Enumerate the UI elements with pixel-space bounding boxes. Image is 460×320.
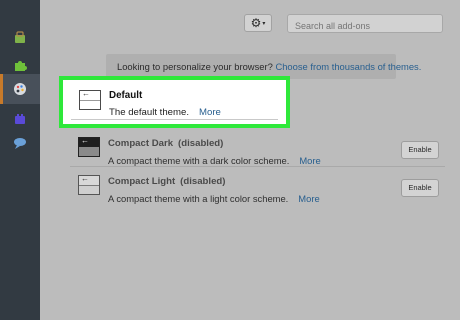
theme-status: (disabled)	[180, 176, 226, 187]
back-arrow-icon: ←	[82, 89, 90, 98]
tools-menu-button[interactable]: ⚙ ▾	[244, 14, 272, 32]
category-sidebar	[0, 0, 40, 320]
back-arrow-icon: ←	[81, 136, 89, 145]
theme-name: Compact Light (disabled)	[108, 176, 225, 187]
sidebar-item-themes[interactable]	[0, 74, 40, 104]
theme-description: A compact theme with a dark color scheme…	[108, 155, 321, 166]
more-link[interactable]: More	[199, 107, 221, 118]
plugins-lego-icon	[15, 114, 25, 124]
extensions-bag-icon	[15, 31, 25, 43]
theme-description-text: A compact theme with a dark color scheme…	[108, 155, 290, 166]
theme-item-default-highlighted[interactable]: ← Default The default theme. More	[59, 76, 290, 128]
theme-title: Compact Light	[108, 176, 176, 187]
puzzle-plugins-icon	[15, 61, 27, 71]
theme-title: Compact Dark	[108, 138, 174, 149]
banner-text: Looking to personalize your browser?	[117, 61, 273, 72]
theme-description-text: A compact theme with a light color schem…	[108, 193, 289, 204]
sidebar-item-services[interactable]	[0, 128, 40, 158]
sidebar-item-get-addons[interactable]	[0, 22, 40, 52]
banner-link[interactable]: Choose from thousands of themes.	[275, 61, 421, 72]
chevron-down-icon: ▾	[262, 20, 266, 27]
theme-description-text: The default theme.	[109, 107, 189, 118]
divider	[70, 166, 445, 167]
divider	[71, 119, 278, 120]
palette-appearance-icon	[14, 83, 26, 95]
search-input[interactable]	[287, 14, 443, 33]
gear-icon: ⚙	[250, 16, 262, 30]
theme-status: (disabled)	[178, 138, 224, 149]
active-indicator	[0, 74, 3, 104]
back-arrow-icon: ←	[81, 174, 89, 183]
theme-preview-default: ←	[79, 89, 101, 110]
enable-button[interactable]: Enable	[401, 179, 439, 197]
speech-bubble-services-icon	[14, 138, 26, 149]
theme-item-compact-light[interactable]: ← Compact Light (disabled) A compact them…	[70, 169, 456, 215]
more-link[interactable]: More	[298, 193, 319, 204]
theme-description: A compact theme with a light color schem…	[108, 193, 320, 204]
theme-description: The default theme. More	[109, 107, 221, 118]
theme-preview-dark: ←	[78, 136, 100, 157]
more-link[interactable]: More	[299, 155, 320, 166]
theme-preview-light: ←	[78, 174, 100, 195]
enable-button[interactable]: Enable	[401, 141, 439, 159]
theme-name: Compact Dark (disabled)	[108, 138, 223, 149]
theme-title: Default	[109, 90, 143, 101]
